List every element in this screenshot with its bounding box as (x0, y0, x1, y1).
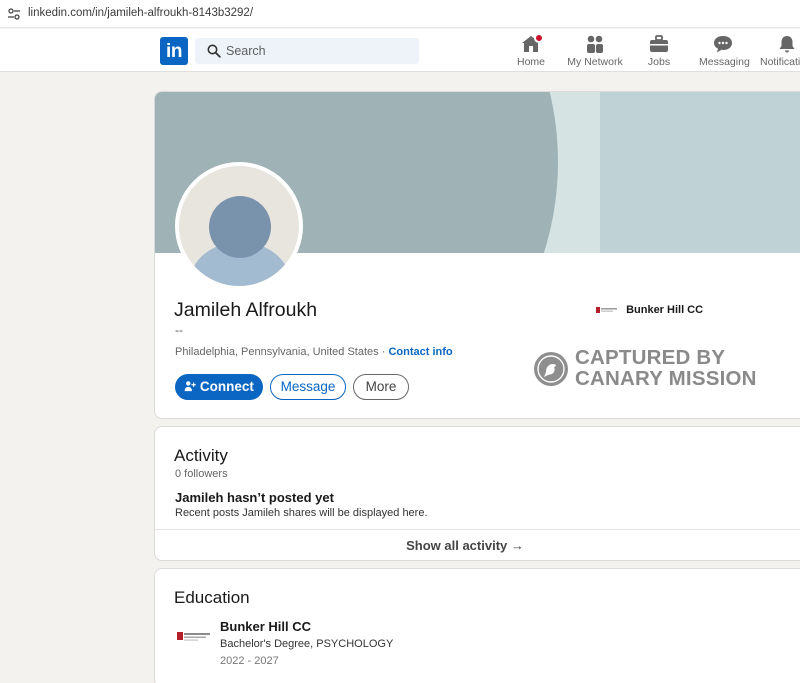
top-education-school: Bunker Hill CC (626, 304, 704, 317)
education-degree: Bachelor's Degree, PSYCHOLOGY (220, 638, 394, 650)
nav-jobs-label: Jobs (647, 56, 671, 68)
school-logo-icon (596, 306, 617, 313)
avatar[interactable] (175, 162, 303, 290)
nav-notifications[interactable]: Notifications (760, 34, 800, 70)
nav-home[interactable]: Home (512, 33, 550, 70)
search-box[interactable] (195, 38, 419, 64)
briefcase-icon (650, 35, 668, 52)
school-logo-icon[interactable] (177, 628, 211, 646)
location-separator: · (381, 346, 386, 358)
education-years: 2022 - 2027 (220, 655, 279, 667)
profile-name: Jamileh Alfroukh (174, 299, 318, 321)
watermark-stamp: CAPTURED BY CANARY MISSION (533, 347, 763, 395)
nav-messaging[interactable]: Messaging (699, 34, 750, 70)
profile-location-line: Philadelphia, Pennsylvania, United State… (175, 346, 453, 358)
notification-badge (534, 33, 544, 43)
activity-card: Activity 0 followers Jamileh hasn’t post… (154, 426, 800, 561)
nav-messaging-label: Messaging (699, 56, 750, 68)
profile-headline: -- (175, 323, 183, 337)
profile-location: Philadelphia, Pennsylvania, United State… (175, 346, 379, 358)
add-person-icon (184, 381, 196, 392)
nav-my-network-label: My Network (567, 56, 623, 68)
followers-count[interactable]: 0 followers (175, 468, 228, 480)
messaging-icon (714, 36, 732, 53)
watermark-line-1: CAPTURED BY (575, 346, 726, 369)
nav-my-network[interactable]: My Network (565, 34, 625, 70)
watermark-text: CAPTURED BY CANARY MISSION (575, 347, 757, 389)
education-title: Education (174, 588, 250, 607)
search-icon (207, 44, 221, 58)
education-card: Education Bunker Hill CC Bachelor's Degr… (154, 568, 800, 683)
activity-title: Activity (174, 446, 228, 465)
top-education-link[interactable]: Bunker Hill CC (596, 304, 703, 316)
browser-address-bar[interactable]: linkedin.com/in/jamileh-alfroukh-8143b32… (0, 0, 800, 28)
connect-button[interactable]: Connect (175, 374, 263, 400)
bell-icon (779, 36, 795, 53)
nav-notifications-label: Notifications (760, 56, 800, 68)
search-input[interactable] (226, 38, 411, 64)
no-posts-subtitle: Recent posts Jamileh shares will be disp… (175, 507, 428, 519)
no-posts-title: Jamileh hasn’t posted yet (175, 490, 334, 505)
network-icon (587, 35, 603, 53)
site-settings-icon[interactable] (7, 7, 21, 21)
canary-logo-icon (534, 352, 568, 386)
watermark-line-2: CANARY MISSION (575, 367, 757, 390)
nav-home-label: Home (516, 56, 545, 68)
avatar-head-shape (209, 196, 271, 258)
profile-card: Jamileh Alfroukh -- Philadelphia, Pennsy… (154, 91, 800, 419)
contact-info-link[interactable]: Contact info (388, 346, 452, 358)
education-school[interactable]: Bunker Hill CC (220, 619, 311, 634)
url-text[interactable]: linkedin.com/in/jamileh-alfroukh-8143b32… (28, 7, 253, 19)
message-button[interactable]: Message (270, 374, 346, 400)
show-all-activity-link[interactable]: Show all activity → (155, 530, 800, 560)
top-navigation: in Home My Network Jobs (0, 29, 800, 72)
connect-button-label: Connect (199, 379, 254, 394)
more-button[interactable]: More (353, 374, 409, 400)
nav-jobs[interactable]: Jobs (642, 34, 676, 70)
linkedin-logo[interactable]: in (160, 37, 188, 65)
